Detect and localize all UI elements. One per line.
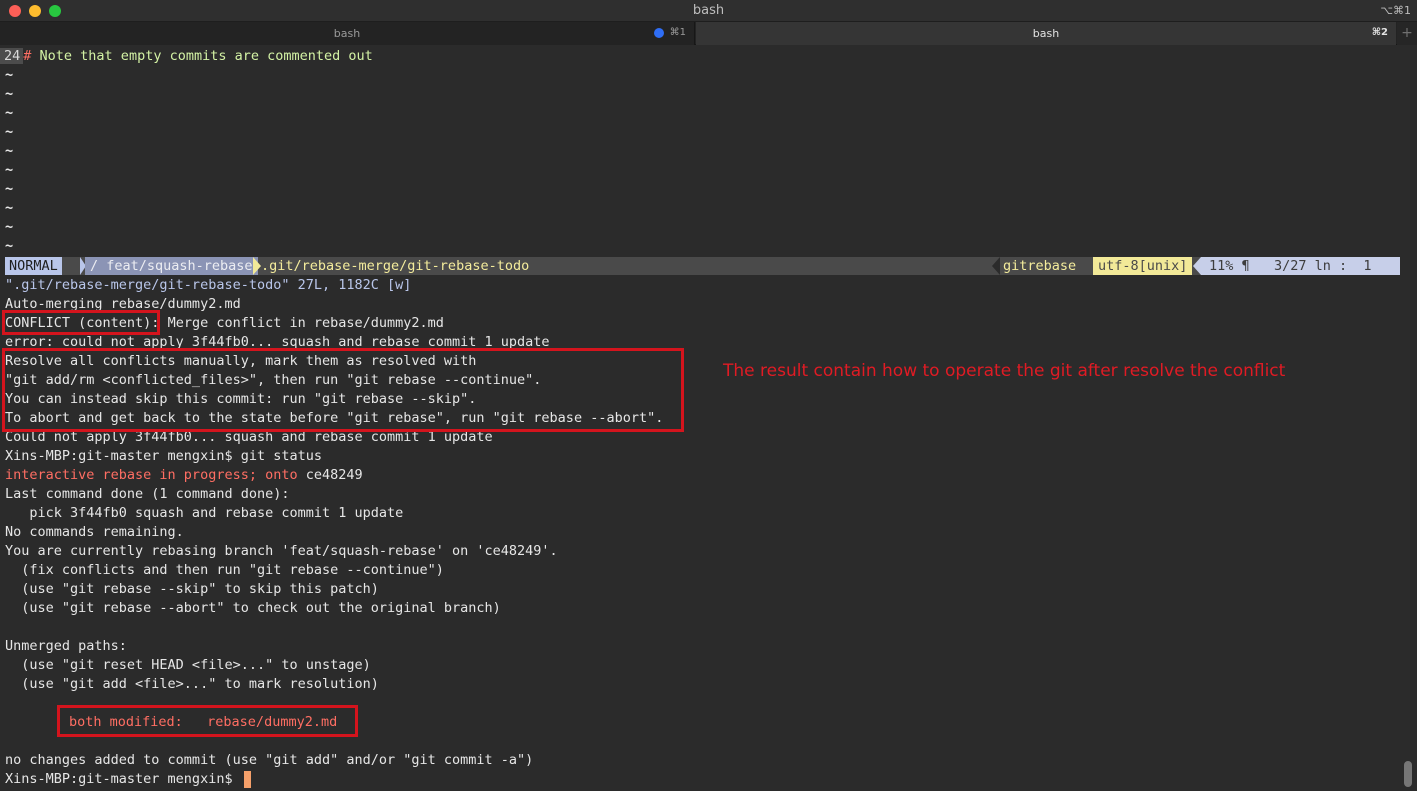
rebase-onto-hash: ce48249 (297, 467, 363, 483)
vim-line-number: 24 (0, 48, 24, 64)
vim-mode: NORMAL (5, 257, 62, 275)
conflict-highlight-box (2, 310, 160, 335)
terminal-line: No commands remaining. (5, 524, 184, 540)
terminal-prompt-line: Xins-MBP:git-master mengxin$ git status (5, 448, 322, 464)
vim-status-line: NORMAL / feat/squash-rebase .git/rebase-… (5, 257, 1400, 275)
window-title: bash (692, 3, 725, 18)
powerline-arrow-icon (1193, 257, 1201, 275)
terminal-line: no changes added to commit (use "git add… (5, 752, 534, 768)
vim-file-message: ".git/rebase-merge/git-rebase-todo" 27L,… (5, 276, 411, 295)
vim-empty-line: ~ (5, 105, 14, 121)
vim-file-message-text: ".git/rebase-merge/git-rebase-todo" 27L,… (5, 277, 412, 293)
terminal-line: (fix conflicts and then run "git rebase … (5, 562, 444, 578)
vim-file-path: .git/rebase-merge/git-rebase-todo (261, 258, 530, 274)
vim-empty-line: ~ (5, 67, 14, 83)
powerline-arrow-icon (992, 257, 1000, 275)
vim-empty-line: ~ (5, 143, 14, 159)
scrollbar-thumb[interactable] (1404, 761, 1412, 787)
tab-bash-2[interactable]: bash ⌘2 (696, 22, 1396, 45)
final-prompt: Xins-MBP:git-master mengxin$ (5, 771, 241, 787)
terminal-line: (use "git add <file>..." to mark resolut… (5, 676, 379, 692)
vim-empty-line: ~ (5, 181, 14, 197)
vim-line-text: Note that empty commits are commented ou… (31, 48, 373, 64)
vim-filetype: gitrebase (1003, 258, 1077, 274)
terminal-prompt-line: Xins-MBP:git-master mengxin$ (5, 770, 251, 789)
vim-encoding: utf-8[unix] (1093, 257, 1193, 275)
title-bar: bash ⌥⌘1 (0, 0, 1417, 22)
terminal-line: Unmerged paths: (5, 638, 127, 654)
tab-bash-1[interactable]: bash ⌘1 (0, 22, 695, 45)
tab-label: bash (333, 27, 361, 40)
vim-empty-line: ~ (5, 162, 14, 178)
vim-empty-line: ~ (5, 124, 14, 140)
vim-empty-line: ~ (5, 238, 14, 254)
tab-shortcut: ⌘1 (669, 27, 686, 38)
vim-empty-line: ~ (5, 86, 14, 102)
both-modified-highlight-box (57, 705, 358, 737)
vim-git-branch: / feat/squash-rebase (85, 257, 258, 275)
vim-buffer-line: 24 # Note that empty commits are commente… (0, 47, 373, 66)
conflict-text: Merge conflict in rebase/dummy2.md (159, 315, 444, 331)
terminal-line: (use "git rebase --abort" to check out t… (5, 600, 501, 616)
vim-empty-line: ~ (5, 219, 14, 235)
terminal-line: interactive rebase in progress; onto ce4… (5, 466, 363, 485)
terminal-line: pick 3f44fb0 squash and rebase commit 1 … (5, 505, 404, 521)
terminal-line: Last command done (1 command done): (5, 486, 290, 502)
window-shortcut: ⌥⌘1 (1380, 4, 1411, 17)
vim-empty-line: ~ (5, 200, 14, 216)
tab-label: bash (1032, 27, 1060, 40)
tab-shortcut: ⌘2 (1371, 27, 1388, 38)
vim-cursor-position: 11% ¶ 3/27 ln : 1 (1201, 257, 1400, 275)
tab-bar: bash ⌘1 bash ⌘2 + (0, 22, 1417, 45)
rebase-progress-text: interactive rebase in progress; onto (5, 467, 298, 483)
terminal-line: (use "git reset HEAD <file>..." to unsta… (5, 657, 371, 673)
annotation-note: The result contain how to operate the gi… (723, 361, 1286, 381)
new-tab-plus-icon[interactable]: + (1397, 22, 1417, 45)
powerline-arrow-icon (253, 257, 261, 275)
activity-dot-icon (654, 28, 664, 38)
terminal-line: (use "git rebase --skip" to skip this pa… (5, 581, 379, 597)
terminal-line: You are currently rebasing branch 'feat/… (5, 543, 558, 559)
text-cursor (243, 770, 251, 788)
resolve-highlight-box (2, 348, 684, 432)
